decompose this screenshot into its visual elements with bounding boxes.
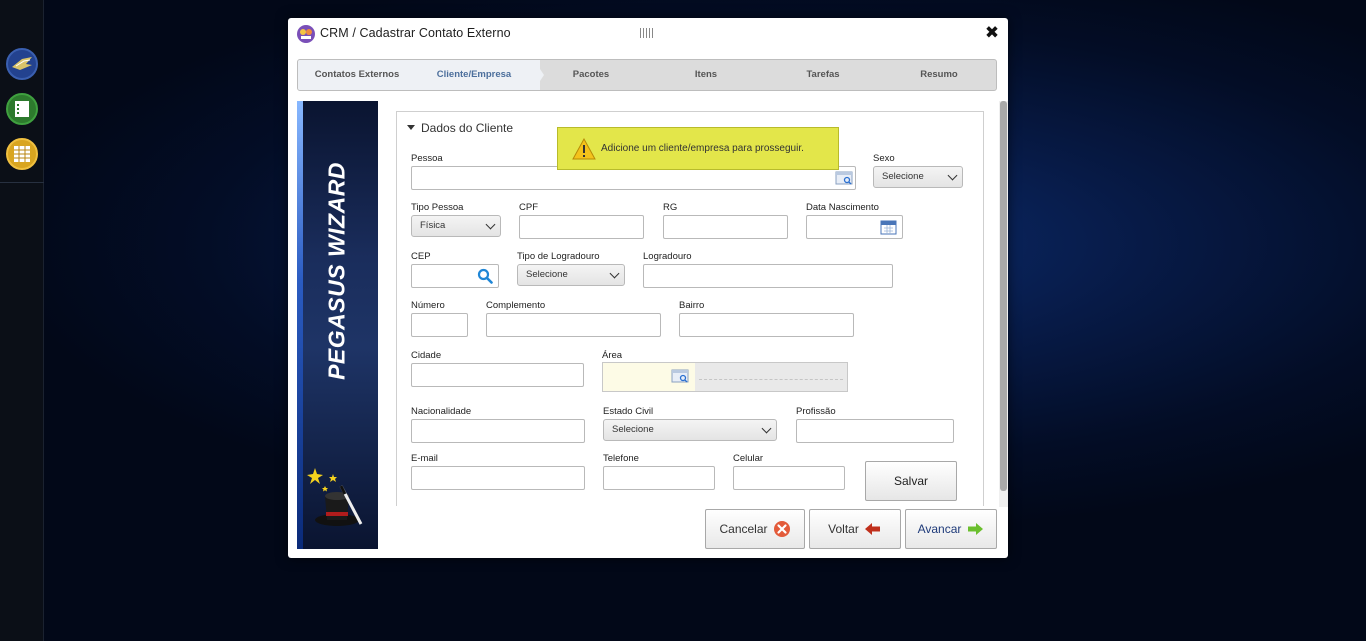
warning-toast: Adicione um cliente/empresa para prosseg…: [557, 127, 839, 170]
nacionalidade-label: Nacionalidade: [411, 406, 472, 417]
warning-icon: [572, 137, 596, 160]
wizard-steps: Contatos Externos Cliente/Empresa Pacote…: [297, 59, 997, 91]
step-pacotes[interactable]: Pacotes: [540, 60, 642, 90]
calendar-icon[interactable]: [880, 219, 897, 235]
area-field[interactable]: [602, 362, 848, 392]
cep-label: CEP: [411, 251, 431, 262]
section-dados-do-cliente[interactable]: Dados do Cliente: [407, 121, 513, 135]
celular-field[interactable]: [733, 466, 845, 490]
list-icon[interactable]: [6, 93, 38, 125]
tipo-logradouro-value: Selecione: [526, 269, 568, 280]
arrow-left-icon: [864, 520, 882, 538]
email-field[interactable]: [411, 466, 585, 490]
sidebar-divider: [0, 182, 44, 183]
section-title-label: Dados do Cliente: [421, 121, 514, 135]
crm-logo-icon: [297, 25, 315, 43]
rg-label: RG: [663, 202, 678, 213]
wizard-dialog: CRM / Cadastrar Contato Externo ✖ Contat…: [288, 18, 1008, 558]
celular-label: Celular: [733, 453, 764, 464]
table-grid-icon[interactable]: [6, 138, 38, 170]
chevron-down-icon: [947, 170, 958, 181]
step-itens[interactable]: Itens: [656, 60, 756, 90]
content-scrollbar[interactable]: [999, 101, 1008, 507]
logradouro-field[interactable]: [643, 264, 893, 288]
logradouro-label: Logradouro: [643, 251, 692, 262]
bairro-label: Bairro: [679, 300, 705, 311]
data-nascimento-label: Data Nascimento: [806, 202, 879, 213]
lookup-icon[interactable]: [671, 368, 689, 384]
numero-field[interactable]: [411, 313, 468, 337]
email-label: E-mail: [411, 453, 438, 464]
area-description-placeholder: [699, 379, 843, 380]
nacionalidade-field[interactable]: [411, 419, 585, 443]
arrow-right-icon: [966, 520, 984, 538]
step-cliente-empresa[interactable]: Cliente/Empresa: [423, 60, 525, 90]
tipo-pessoa-label: Tipo Pessoa: [411, 202, 464, 213]
banner-accent: [297, 101, 303, 549]
sexo-select[interactable]: Selecione: [873, 166, 963, 188]
estado-civil-label: Estado Civil: [603, 406, 654, 417]
tipo-logradouro-select[interactable]: Selecione: [517, 264, 625, 286]
chevron-down-icon: [609, 268, 620, 279]
step-contatos-externos[interactable]: Contatos Externos: [306, 60, 408, 90]
cancel-icon: [773, 520, 791, 538]
scrollbar-thumb[interactable]: [1000, 101, 1007, 491]
banner-title: PEGASUS WIZARD: [323, 162, 350, 380]
telefone-field[interactable]: [603, 466, 715, 490]
cpf-label: CPF: [519, 202, 538, 213]
next-button[interactable]: Avancar: [905, 509, 997, 549]
sexo-value: Selecione: [882, 171, 924, 182]
bairro-field[interactable]: [679, 313, 854, 337]
dialog-title: CRM / Cadastrar Contato Externo: [320, 26, 511, 40]
toast-message: Adicione um cliente/empresa para prosseg…: [601, 143, 804, 154]
estado-civil-value: Selecione: [612, 424, 654, 435]
chevron-down-icon: [485, 219, 496, 230]
cpf-field[interactable]: [519, 215, 644, 239]
close-button[interactable]: ✖: [984, 25, 1000, 42]
back-button[interactable]: Voltar: [809, 509, 901, 549]
next-label: Avancar: [917, 522, 962, 536]
step-resumo[interactable]: Resumo: [888, 60, 990, 90]
tipo-pessoa-select[interactable]: Física: [411, 215, 501, 237]
magic-hat-icon: [305, 466, 365, 531]
tipo-logradouro-label: Tipo de Logradouro: [517, 251, 600, 262]
cancel-button[interactable]: Cancelar: [705, 509, 805, 549]
profissao-field[interactable]: [796, 419, 954, 443]
save-button[interactable]: Salvar: [865, 461, 957, 501]
telefone-label: Telefone: [603, 453, 639, 464]
numero-label: Número: [411, 300, 445, 311]
chevron-down-icon: [761, 423, 772, 434]
drag-grip-icon[interactable]: [640, 28, 654, 38]
back-label: Voltar: [828, 522, 859, 536]
app-sidebar: [0, 0, 44, 641]
estado-civil-select[interactable]: Selecione: [603, 419, 777, 441]
rg-field[interactable]: [663, 215, 788, 239]
pessoa-label: Pessoa: [411, 153, 443, 164]
wizard-banner: PEGASUS WIZARD: [297, 101, 378, 549]
collapse-triangle-icon: [407, 125, 415, 131]
sexo-label: Sexo: [873, 153, 895, 164]
complemento-field[interactable]: [486, 313, 661, 337]
cancel-label: Cancelar: [719, 522, 768, 536]
cidade-field[interactable]: [411, 363, 584, 387]
lookup-icon[interactable]: [835, 170, 853, 186]
cidade-label: Cidade: [411, 350, 442, 361]
wings-icon[interactable]: [6, 48, 38, 80]
dialog-titlebar[interactable]: CRM / Cadastrar Contato Externo ✖: [288, 18, 1008, 54]
complemento-label: Complemento: [486, 300, 546, 311]
area-label: Área: [602, 350, 623, 361]
tipo-pessoa-value: Física: [420, 220, 446, 231]
client-form-panel: Dados do Cliente Pessoa Sexo Selecione T…: [396, 111, 984, 506]
profissao-label: Profissão: [796, 406, 836, 417]
step-tarefas[interactable]: Tarefas: [772, 60, 874, 90]
search-icon[interactable]: [477, 268, 493, 284]
